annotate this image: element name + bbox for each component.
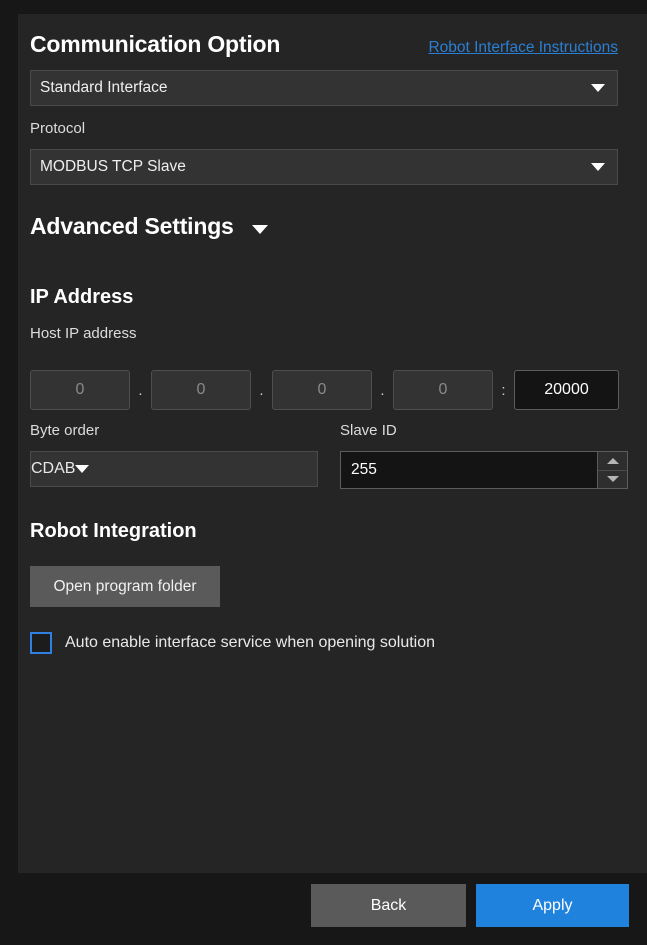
ip-address-row: 0 . 0 . 0 . 0 : 20000 bbox=[30, 370, 619, 410]
open-program-folder-button[interactable]: Open program folder bbox=[30, 566, 220, 607]
header-row: Communication Option Robot Interface Ins… bbox=[30, 31, 618, 58]
triangle-down-icon bbox=[606, 476, 619, 483]
slave-id-label: Slave ID bbox=[340, 422, 397, 439]
page-title: Communication Option bbox=[30, 31, 281, 57]
interface-select[interactable]: Standard Interface bbox=[30, 70, 618, 106]
byte-order-select[interactable]: CDAB bbox=[30, 451, 318, 487]
ip-separator: . bbox=[380, 381, 385, 399]
ip-separator: . bbox=[259, 381, 264, 399]
robot-interface-instructions-link[interactable]: Robot Interface Instructions bbox=[428, 39, 618, 57]
auto-enable-checkbox[interactable] bbox=[30, 632, 52, 654]
byte-order-label: Byte order bbox=[30, 422, 100, 439]
advanced-settings-title: Advanced Settings bbox=[30, 213, 234, 239]
protocol-label: Protocol bbox=[30, 120, 86, 137]
ip-octet-3-input[interactable]: 0 bbox=[272, 370, 372, 410]
auto-enable-label: Auto enable interface service when openi… bbox=[65, 634, 436, 651]
settings-panel: Communication Option Robot Interface Ins… bbox=[18, 14, 647, 873]
chevron-down-icon bbox=[75, 465, 90, 473]
chevron-down-icon bbox=[251, 224, 268, 234]
ip-octet-2-input[interactable]: 0 bbox=[151, 370, 251, 410]
protocol-select[interactable]: MODBUS TCP Slave bbox=[30, 149, 618, 185]
slave-id-stepper: 255 bbox=[340, 451, 628, 489]
slave-id-input[interactable]: 255 bbox=[340, 451, 598, 489]
interface-select-value: Standard Interface bbox=[40, 79, 168, 96]
byte-order-select-value: CDAB bbox=[31, 460, 76, 477]
ip-address-title: IP Address bbox=[30, 286, 134, 308]
chevron-down-icon bbox=[591, 163, 605, 171]
port-input[interactable]: 20000 bbox=[514, 370, 619, 410]
slave-id-increment-button[interactable] bbox=[598, 452, 627, 470]
triangle-up-icon bbox=[606, 457, 619, 464]
chevron-down-icon bbox=[591, 84, 605, 92]
apply-button[interactable]: Apply bbox=[476, 884, 629, 927]
port-separator: : bbox=[501, 381, 506, 399]
advanced-settings-toggle[interactable]: Advanced Settings bbox=[30, 213, 268, 240]
auto-enable-checkbox-row[interactable]: Auto enable interface service when openi… bbox=[30, 632, 435, 654]
host-ip-address-label: Host IP address bbox=[30, 325, 137, 342]
ip-octet-1-input[interactable]: 0 bbox=[30, 370, 130, 410]
robot-integration-title: Robot Integration bbox=[30, 520, 197, 542]
protocol-select-value: MODBUS TCP Slave bbox=[40, 158, 186, 175]
back-button[interactable]: Back bbox=[311, 884, 466, 927]
ip-octet-4-input[interactable]: 0 bbox=[393, 370, 493, 410]
ip-separator: . bbox=[138, 381, 143, 399]
slave-id-decrement-button[interactable] bbox=[598, 469, 627, 489]
slave-id-spin-buttons bbox=[598, 451, 628, 489]
